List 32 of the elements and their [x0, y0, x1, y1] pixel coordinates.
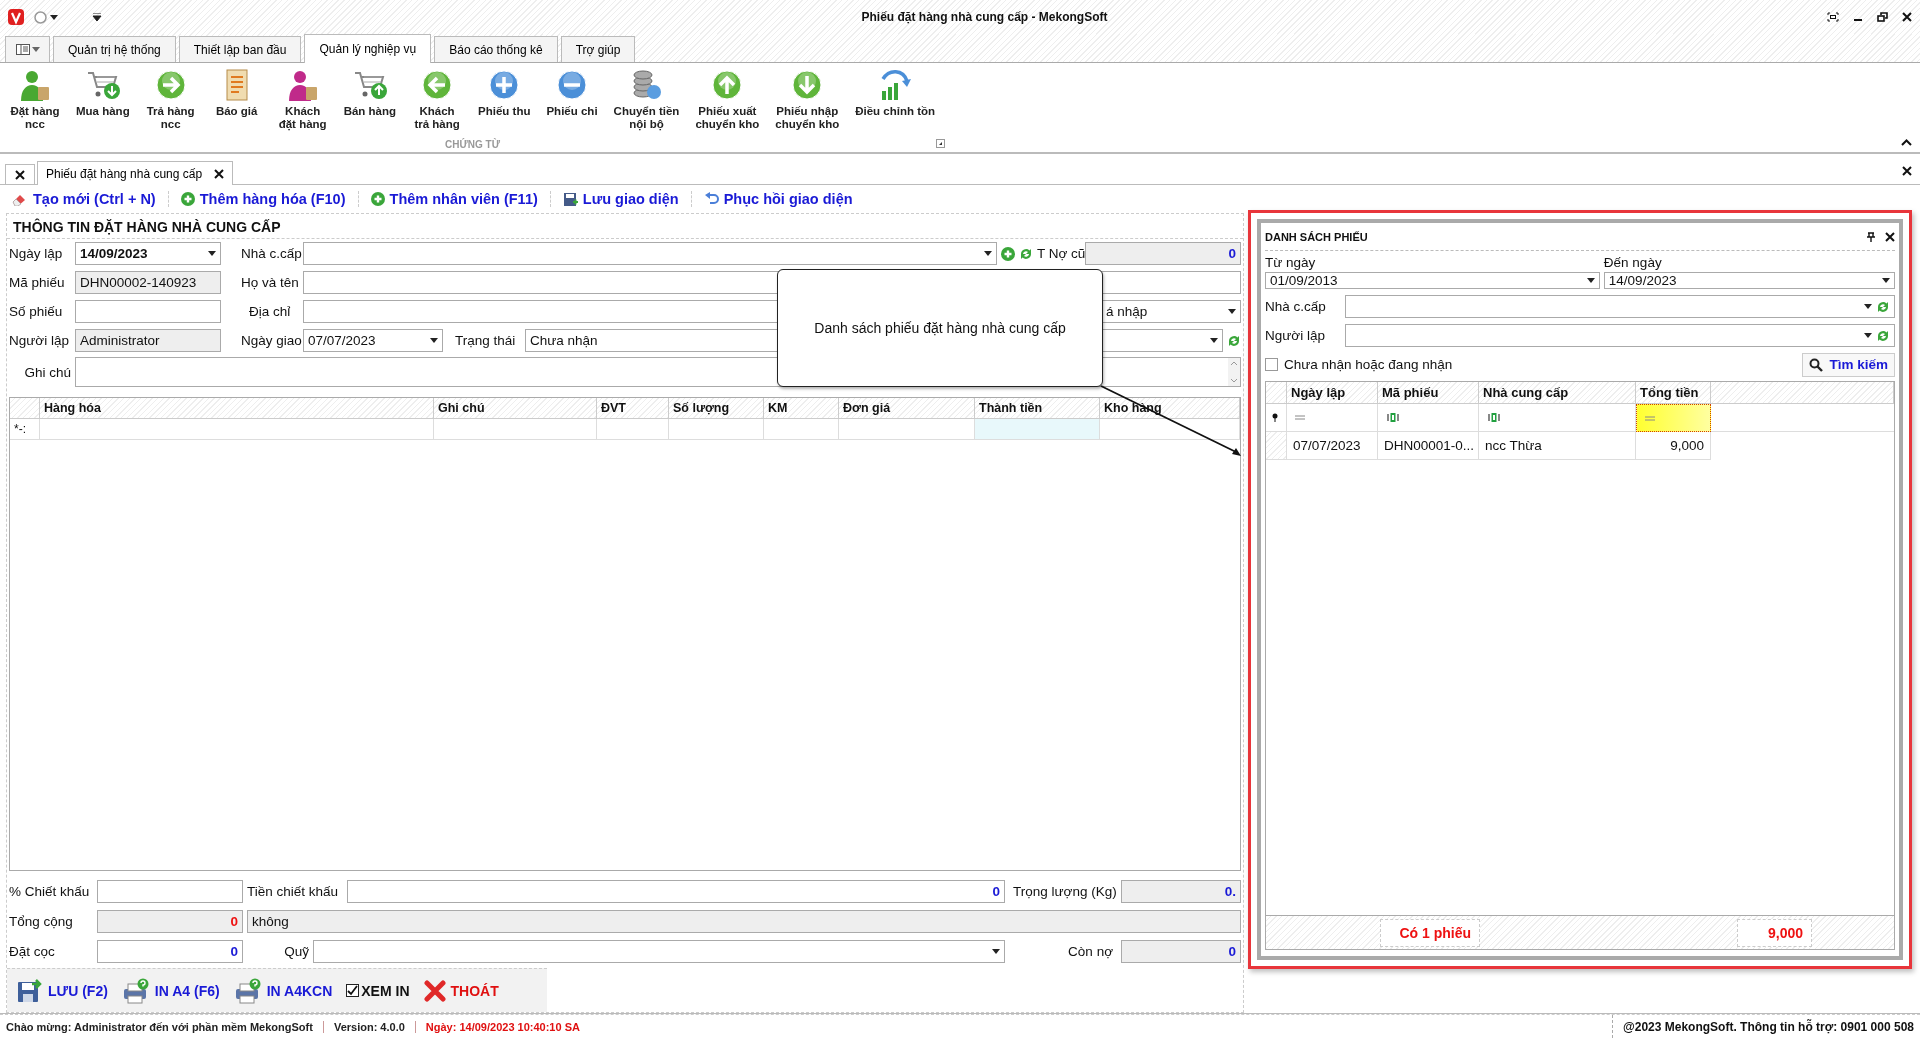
field-label: Họ và tên	[240, 275, 299, 290]
field-label: % Chiết khấu	[9, 884, 91, 899]
field-label: Ghi chú	[23, 364, 71, 380]
field-label: Địa chỉ	[248, 304, 292, 319]
group-label: CHỨNG TỪ	[445, 139, 500, 150]
row-header: *-:	[10, 419, 40, 440]
field-label: Trọng lượng (Kg)	[1012, 884, 1117, 899]
field-label: Đến ngày	[1603, 254, 1663, 272]
field-label: Tiền chiết khấu	[247, 884, 340, 899]
section-title: THÔNG TIN ĐẶT HÀNG NHÀ CUNG CẤP	[7, 214, 1243, 239]
field-label: Người lập	[9, 333, 70, 348]
field-label: Từ ngày	[1265, 254, 1317, 272]
summary-total: 9,000	[1737, 918, 1812, 947]
field-label: Số phiếu	[9, 304, 64, 319]
panel-title: DANH SÁCH PHIẾU	[1265, 230, 1368, 243]
field-label: Nhà c.cấp	[1265, 299, 1327, 314]
field-label: Mã phiếu	[9, 275, 66, 290]
field-label: Trạng thái	[454, 333, 517, 348]
field-label: Ngày giao	[240, 333, 299, 348]
status-text: Chào mừng: Administrator đến với phần mềm MekongSoft	[6, 1020, 314, 1033]
field-label: Quỹ	[283, 944, 309, 959]
field-label: Còn nợ	[1067, 944, 1114, 959]
summary-count: Có 1 phiếu	[1380, 918, 1480, 947]
field-label: Người lập	[1265, 328, 1326, 343]
field-label: Ngày lập	[9, 246, 64, 261]
status-text: Version: 4.0.0	[322, 1020, 415, 1033]
field-label: Tổng cộng	[9, 914, 74, 929]
hint-tooltip: Danh sách phiếu đặt hàng nhà cung cấp	[777, 269, 1103, 387]
status-text: Ngày: 14/09/2023 10:40:10 SA	[414, 1020, 590, 1033]
field-label: Đặt cọc	[9, 944, 56, 959]
window-title: Phiếu đặt hàng nhà cung cấp - MekongSoft	[860, 10, 1109, 24]
status-text: @2023 MekongSoft. Thông tin hỗ trợ: 0901 000 508	[1612, 1015, 1914, 1038]
